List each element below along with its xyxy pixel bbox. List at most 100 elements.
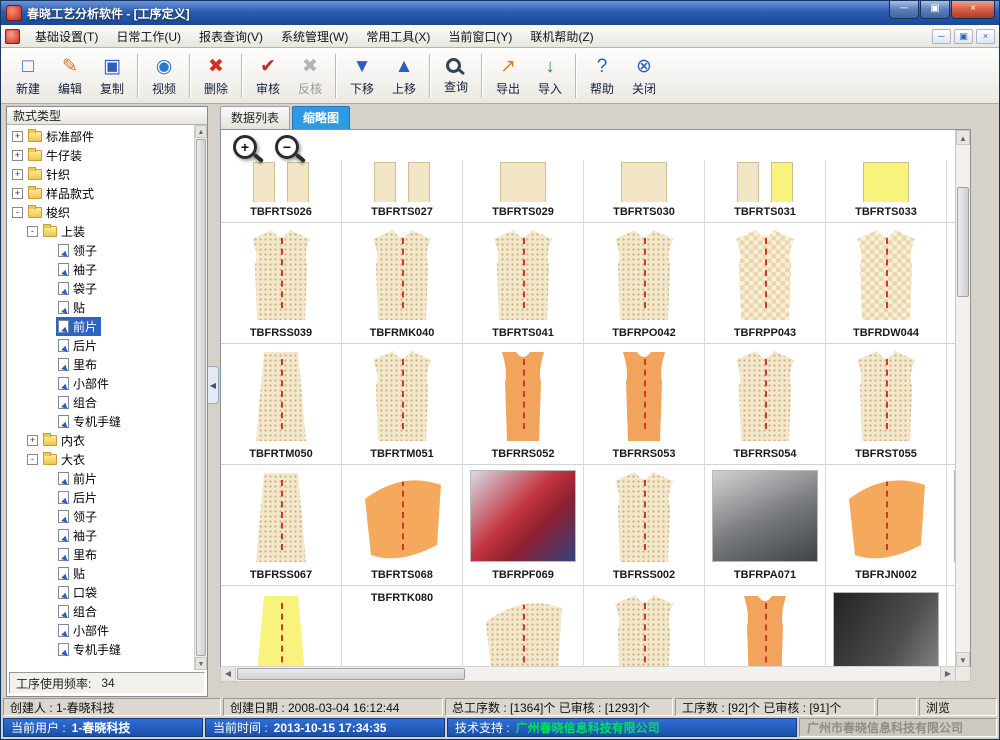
- tree-item[interactable]: 里布: [7, 355, 194, 374]
- tree-item-inner[interactable]: 组合: [56, 393, 101, 412]
- tree-item[interactable]: 袋子: [7, 279, 194, 298]
- tree-item-inner[interactable]: 贴: [56, 298, 89, 317]
- expand-toggle-icon[interactable]: +: [12, 131, 23, 142]
- export-button[interactable]: ↗导出: [487, 51, 529, 101]
- mdi-close-button[interactable]: ×: [976, 29, 995, 44]
- thumbnail-cell[interactable]: TBFRJN002: [826, 465, 947, 586]
- tree-item[interactable]: 组合: [7, 393, 194, 412]
- help-button[interactable]: ?帮助: [581, 51, 623, 101]
- window-maximize-button[interactable]: ▣: [920, 1, 950, 19]
- tree-item-inner[interactable]: 上装: [41, 222, 89, 241]
- tree-item[interactable]: 袖子: [7, 260, 194, 279]
- tree-item[interactable]: 里布: [7, 545, 194, 564]
- tree-item-inner[interactable]: 组合: [56, 602, 101, 621]
- menu-item[interactable]: 系统管理(W): [272, 25, 357, 48]
- tree-item[interactable]: +标准部件: [7, 127, 194, 146]
- delete-button[interactable]: ✖删除: [195, 51, 237, 101]
- thumbnail-cell[interactable]: TBFRSS067: [221, 465, 342, 586]
- tab-thumbnails[interactable]: 缩略图: [292, 106, 350, 129]
- tree-item[interactable]: 专机手缝: [7, 640, 194, 659]
- zoom-in-icon[interactable]: +: [233, 135, 257, 159]
- scroll-right-icon[interactable]: ▶: [940, 667, 955, 681]
- expand-toggle-icon[interactable]: +: [12, 188, 23, 199]
- tree-item[interactable]: 袖子: [7, 526, 194, 545]
- scroll-up-icon[interactable]: ▲: [956, 130, 970, 145]
- thumbnail-cell[interactable]: [463, 586, 584, 667]
- search-button[interactable]: 查询: [435, 51, 477, 101]
- menu-item[interactable]: 常用工具(X): [357, 25, 439, 48]
- sidebar-collapse-handle[interactable]: ◀: [208, 366, 219, 404]
- tree-item[interactable]: 专机手缝: [7, 412, 194, 431]
- tree-item-inner[interactable]: 样品款式: [26, 184, 98, 203]
- tree-item-inner[interactable]: 后片: [56, 488, 101, 507]
- menu-item[interactable]: 基础设置(T): [26, 25, 107, 48]
- tree-item[interactable]: +牛仔装: [7, 146, 194, 165]
- thumbnail-cell[interactable]: [947, 160, 955, 223]
- tree-item-inner[interactable]: 贴: [56, 564, 89, 583]
- tree-item[interactable]: 小部件: [7, 621, 194, 640]
- tree-item-inner[interactable]: 后片: [56, 336, 101, 355]
- thumbnail-cell[interactable]: [705, 586, 826, 667]
- tree-item-inner[interactable]: 里布: [56, 355, 101, 374]
- tree-item-inner[interactable]: 袖子: [56, 526, 101, 545]
- expand-toggle-icon[interactable]: +: [27, 435, 38, 446]
- tree-item[interactable]: 组合: [7, 602, 194, 621]
- tree-item[interactable]: 领子: [7, 241, 194, 260]
- thumbnail-cell[interactable]: TBFRTK080: [342, 586, 463, 667]
- expand-toggle-icon[interactable]: -: [27, 226, 38, 237]
- thumbnail-cell[interactable]: [584, 586, 705, 667]
- window-minimize-button[interactable]: ─: [889, 1, 919, 19]
- thumbnail-cell[interactable]: TBFRRS053: [584, 344, 705, 465]
- move-up-button[interactable]: ▲上移: [383, 51, 425, 101]
- tree-item[interactable]: 前片: [7, 317, 194, 336]
- expand-toggle-icon[interactable]: -: [12, 207, 23, 218]
- tree-item-inner[interactable]: 梭织: [26, 203, 74, 222]
- thumbnail-cell[interactable]: TBFRPP043: [705, 223, 826, 344]
- audit-button[interactable]: ✔审核: [247, 51, 289, 101]
- thumbnail-cell[interactable]: [221, 586, 342, 667]
- tree-item-inner[interactable]: 大衣: [41, 450, 89, 469]
- window-close-button[interactable]: ×: [951, 1, 995, 19]
- thumbnail-cell[interactable]: TBFRTS041: [463, 223, 584, 344]
- unaudit-button[interactable]: ✖反核: [289, 51, 331, 101]
- horizontal-scrollbar-thumb[interactable]: [237, 668, 465, 680]
- thumbnail-cell[interactable]: TBFRTS027: [342, 160, 463, 223]
- sidebar-scrollbar[interactable]: ▲ ▼: [194, 125, 207, 670]
- tree-item[interactable]: 口袋: [7, 583, 194, 602]
- thumbnail-cell[interactable]: TBFRTS033: [826, 160, 947, 223]
- tree-item[interactable]: +内衣: [7, 431, 194, 450]
- video-button[interactable]: ◉视频: [143, 51, 185, 101]
- tree-item[interactable]: 领子: [7, 507, 194, 526]
- thumbnail-cell[interactable]: TBFRPO042: [584, 223, 705, 344]
- copy-button[interactable]: ▣复制: [91, 51, 133, 101]
- close-button[interactable]: ⊗关闭: [623, 51, 665, 101]
- tree-item-inner[interactable]: 标准部件: [26, 127, 98, 146]
- expand-toggle-icon[interactable]: -: [27, 454, 38, 465]
- tree-item[interactable]: 贴: [7, 564, 194, 583]
- expand-toggle-icon[interactable]: +: [12, 169, 23, 180]
- thumbnail-cell[interactable]: TBFRRS052: [463, 344, 584, 465]
- tree-item-inner[interactable]: 口袋: [56, 583, 101, 602]
- import-button[interactable]: ↓导入: [529, 51, 571, 101]
- tree-item[interactable]: 后片: [7, 336, 194, 355]
- thumbnail-cell[interactable]: TBFRPF069: [463, 465, 584, 586]
- thumbnail-cell[interactable]: TBFRTS030: [584, 160, 705, 223]
- thumbnail-cell[interactable]: [826, 586, 947, 667]
- thumbnail-cell[interactable]: [947, 465, 955, 586]
- edit-button[interactable]: ✎编辑: [49, 51, 91, 101]
- tree-item[interactable]: 后片: [7, 488, 194, 507]
- tree-item[interactable]: 前片: [7, 469, 194, 488]
- horizontal-scrollbar[interactable]: ◀ ▶: [220, 667, 956, 682]
- tree-item-inner[interactable]: 牛仔装: [26, 146, 86, 165]
- mdi-minimize-button[interactable]: ─: [932, 29, 951, 44]
- thumbnail-cell[interactable]: TBFRTM050: [221, 344, 342, 465]
- thumbnail-cell[interactable]: TBFRMK040: [342, 223, 463, 344]
- zoom-out-icon[interactable]: −: [275, 135, 299, 159]
- thumbnail-cell[interactable]: TBFRTS029: [463, 160, 584, 223]
- mdi-restore-button[interactable]: ▣: [954, 29, 973, 44]
- thumbnail-cell[interactable]: TBFRTS068: [342, 465, 463, 586]
- tree-item[interactable]: 贴: [7, 298, 194, 317]
- tree-item-inner[interactable]: 领子: [56, 241, 101, 260]
- thumbnail-cell[interactable]: TBFRST055: [826, 344, 947, 465]
- scroll-left-icon[interactable]: ◀: [221, 667, 236, 681]
